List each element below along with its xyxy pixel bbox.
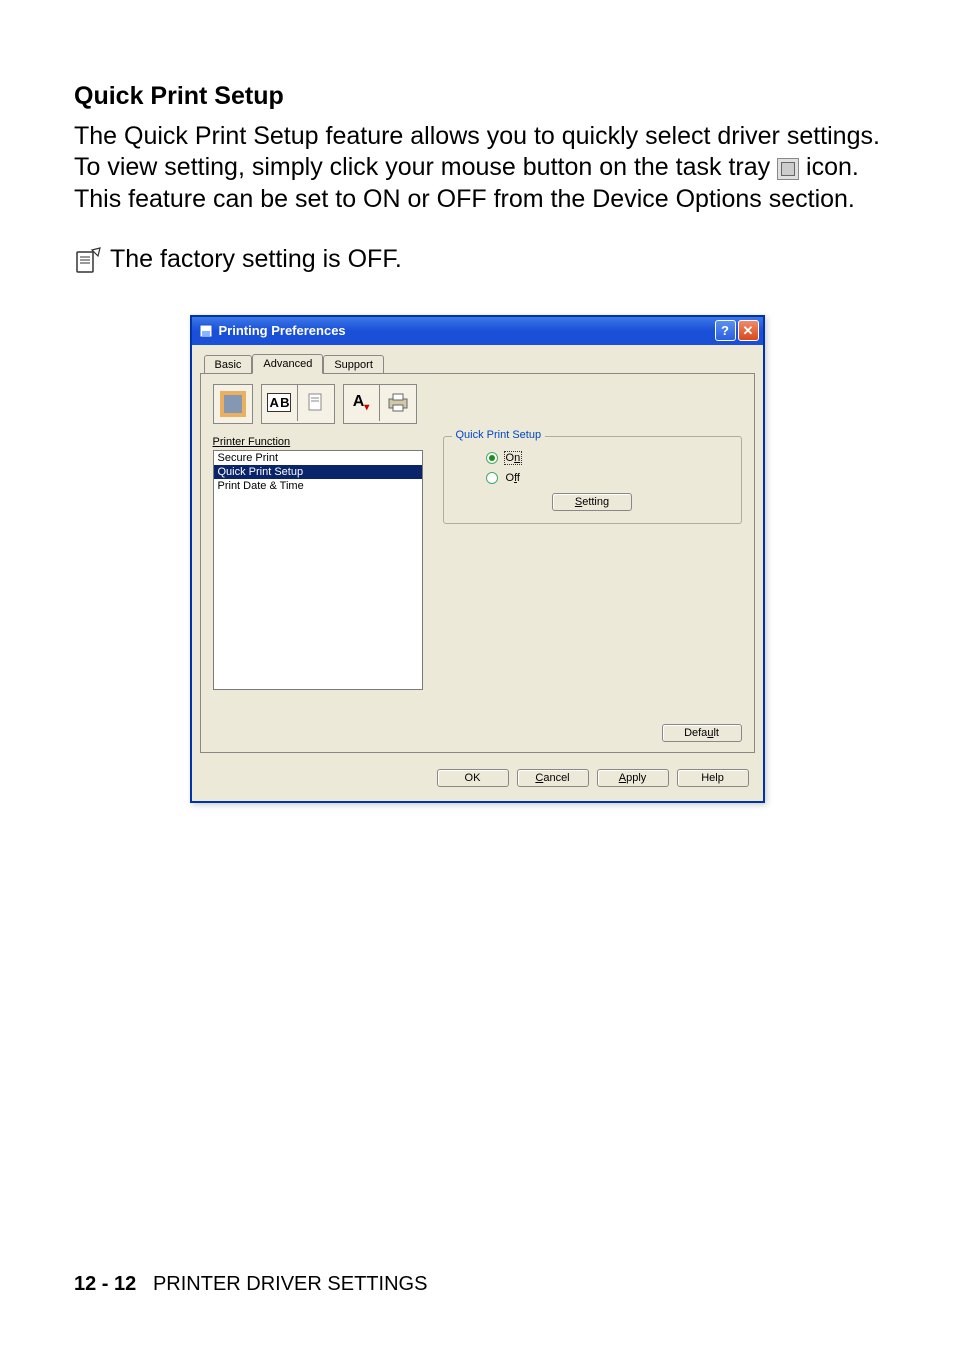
tray-icon [777,158,799,180]
toolbar-btn-doc[interactable] [298,385,334,421]
default-button[interactable]: Default [662,724,742,742]
page-number: 12 - 12 [74,1273,136,1295]
list-item[interactable]: Print Date & Time [214,479,422,493]
note-text: The factory setting is OFF. [110,245,402,274]
list-item[interactable]: Secure Print [214,451,422,465]
heading-quick-print-setup: Quick Print Setup [74,82,880,111]
help-button[interactable]: Help [677,769,749,787]
printer-function-label: Printer Function [213,436,423,448]
printer-function-listbox[interactable]: Secure Print Quick Print Setup Print Dat… [213,450,423,690]
radio-off[interactable]: Off [486,471,729,485]
dialog-title: Printing Preferences [219,323,713,338]
toolbar-pair-2: A▾ [343,384,417,424]
toolbar-btn-1[interactable] [213,384,253,424]
list-item[interactable]: Quick Print Setup [214,465,422,479]
tab-support[interactable]: Support [323,355,384,374]
page-footer: 12 - 12 PRINTER DRIVER SETTINGS [74,1273,427,1296]
app-icon [198,323,214,339]
body-text: The Quick Print Setup feature allows you… [74,121,880,215]
radio-on-input[interactable] [486,452,498,464]
toolbar-pair-1: A B [261,384,335,424]
toolbar-btn-printer[interactable] [380,385,416,421]
titlebar: Printing Preferences ? ✕ [192,317,763,345]
apply-button[interactable]: Apply [597,769,669,787]
tab-advanced[interactable]: Advanced [252,354,323,374]
toolbar-btn-av[interactable]: A▾ [344,385,380,421]
ok-button[interactable]: OK [437,769,509,787]
tab-basic[interactable]: Basic [204,355,253,374]
quick-print-setup-group: Quick Print Setup On Off [443,436,742,524]
tab-content: A B A▾ [200,373,755,753]
titlebar-close-button[interactable]: ✕ [738,320,759,341]
dialog-bottom-buttons: OK Cancel Apply Help [192,763,763,801]
tab-row: Basic Advanced Support [200,351,755,373]
body-line1: The Quick Print Setup feature allows you… [74,122,880,181]
titlebar-help-button[interactable]: ? [715,320,736,341]
toolbar-btn-ab[interactable]: A B [262,385,298,421]
setting-button[interactable]: Setting [552,493,632,511]
note-row: The factory setting is OFF. [74,245,880,275]
toolbar-icon-row: A B A▾ [213,384,742,424]
note-icon [74,247,102,275]
printing-preferences-dialog: Printing Preferences ? ✕ Basic Advanced … [190,315,765,803]
radio-off-input[interactable] [486,472,498,484]
group-legend: Quick Print Setup [452,429,546,441]
cancel-button[interactable]: Cancel [517,769,589,787]
radio-on[interactable]: On [486,451,729,465]
footer-section: PRINTER DRIVER SETTINGS [153,1273,427,1295]
